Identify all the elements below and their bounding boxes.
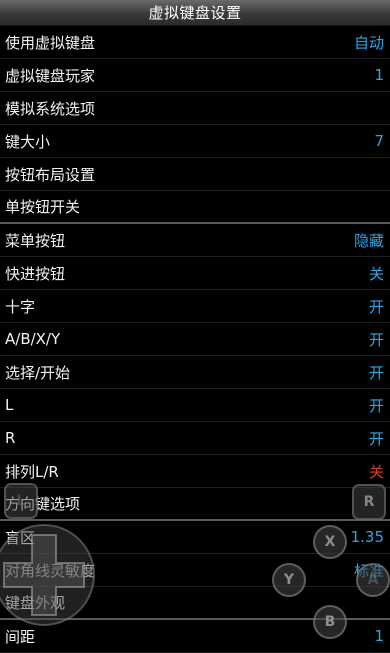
setting-value: 关 xyxy=(368,462,384,481)
setting-spacing[interactable]: 间距 1 xyxy=(0,620,390,653)
setting-keyboard-appearance[interactable]: 键盘外观 xyxy=(0,587,390,620)
setting-emulated-system-options[interactable]: 模拟系统选项 xyxy=(0,92,390,125)
setting-diagonal-sensitivity[interactable]: 对角线灵敏度 标准 xyxy=(0,554,390,587)
setting-label: 盲区 xyxy=(5,528,36,547)
setting-deadzone[interactable]: 盲区 1.35 xyxy=(0,521,390,554)
setting-label: 键盘外观 xyxy=(5,594,66,612)
setting-label: 对角线灵敏度 xyxy=(5,561,96,580)
setting-value: 开 xyxy=(368,396,384,415)
setting-value: 开 xyxy=(368,363,384,382)
setting-use-virtual-keyboard[interactable]: 使用虚拟键盘 自动 xyxy=(0,26,390,59)
setting-virtual-keyboard-player[interactable]: 虚拟键盘玩家 1 xyxy=(0,59,390,92)
setting-value: 开 xyxy=(368,330,384,349)
setting-label: 间距 xyxy=(5,627,36,646)
setting-dpad-options[interactable]: 方向键选项 xyxy=(0,488,390,521)
setting-value: 隐藏 xyxy=(353,231,384,250)
setting-label: 虚拟键盘玩家 xyxy=(5,66,96,85)
setting-select-start[interactable]: 选择/开始 开 xyxy=(0,356,390,389)
setting-label: 十字 xyxy=(5,297,36,316)
setting-label: 排列L/R xyxy=(5,462,59,481)
setting-label: 使用虚拟键盘 xyxy=(5,33,96,52)
setting-value: 1.35 xyxy=(350,528,384,546)
setting-label: 选择/开始 xyxy=(5,363,71,382)
setting-fast-forward-button[interactable]: 快进按钮 关 xyxy=(0,257,390,290)
setting-label: A/B/X/Y xyxy=(5,330,61,348)
setting-value: 开 xyxy=(368,429,384,448)
title-bar: 虚拟键盘设置 xyxy=(0,0,390,26)
page-title: 虚拟键盘设置 xyxy=(148,4,242,22)
setting-value: 关 xyxy=(368,264,384,283)
setting-key-size[interactable]: 键大小 7 xyxy=(0,125,390,158)
setting-r[interactable]: R 开 xyxy=(0,422,390,455)
setting-label: 快进按钮 xyxy=(5,264,66,283)
setting-label: 单按钮开关 xyxy=(5,198,81,216)
setting-menu-button[interactable]: 菜单按钮 隐藏 xyxy=(0,224,390,257)
setting-abxy[interactable]: A/B/X/Y 开 xyxy=(0,323,390,356)
setting-label: 模拟系统选项 xyxy=(5,99,96,118)
setting-l[interactable]: L 开 xyxy=(0,389,390,422)
setting-label: R xyxy=(5,429,16,447)
setting-button-layout[interactable]: 按钮布局设置 xyxy=(0,158,390,191)
setting-arrange-lr[interactable]: 排列L/R 关 xyxy=(0,455,390,488)
setting-label: 键大小 xyxy=(5,132,51,151)
setting-label: 菜单按钮 xyxy=(5,231,66,250)
setting-value: 标准 xyxy=(353,561,384,580)
setting-value: 7 xyxy=(374,132,384,150)
setting-value: 1 xyxy=(374,66,384,84)
setting-value: 1 xyxy=(374,627,384,645)
setting-label: 方向键选项 xyxy=(5,495,81,513)
setting-label: 按钮布局设置 xyxy=(5,165,96,184)
setting-value: 开 xyxy=(368,297,384,316)
settings-list: 使用虚拟键盘 自动 虚拟键盘玩家 1 模拟系统选项 键大小 7 按钮布局设置 单… xyxy=(0,26,390,653)
setting-single-button-toggle[interactable]: 单按钮开关 xyxy=(0,191,390,224)
setting-value: 自动 xyxy=(353,33,384,52)
setting-label: L xyxy=(5,396,14,414)
setting-dpad[interactable]: 十字 开 xyxy=(0,290,390,323)
